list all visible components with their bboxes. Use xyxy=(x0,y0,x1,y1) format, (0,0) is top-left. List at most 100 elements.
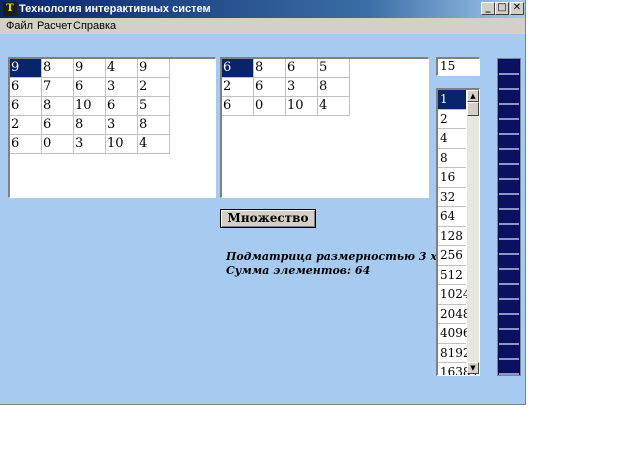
strip-cell xyxy=(499,120,519,135)
list-item[interactable]: 256 xyxy=(438,246,466,266)
grid-cell[interactable]: 3 xyxy=(105,77,138,97)
grid-cell[interactable]: 6 xyxy=(105,96,138,116)
strip-cell xyxy=(499,195,519,210)
grid-cell[interactable]: 4 xyxy=(137,134,170,154)
menu-help[interactable]: Справка xyxy=(73,20,116,32)
grid-cell[interactable]: 8 xyxy=(137,115,170,135)
grid-cell[interactable]: 5 xyxy=(317,59,350,78)
table-row: 9 8 9 4 9 xyxy=(10,59,170,78)
strip-cell xyxy=(499,210,519,225)
grid-cell[interactable]: 6 xyxy=(10,77,42,97)
list-item[interactable]: 2 xyxy=(438,110,466,129)
menu-file[interactable]: Файл xyxy=(6,20,33,32)
main-window: T Технология интерактивных систем _ □ ✕ … xyxy=(0,0,526,405)
grid-cell[interactable]: 6 xyxy=(285,59,318,78)
grid-cell[interactable]: 0 xyxy=(253,96,286,116)
grid-cell[interactable]: 8 xyxy=(317,77,350,97)
table-row: 6 7 6 3 2 xyxy=(10,77,170,97)
matrix-1-table: 9 8 9 4 9 6 7 6 3 2 6 8 10 6 5 2 6 8 3 8… xyxy=(10,59,170,154)
list-item[interactable]: 32 xyxy=(438,188,466,207)
color-strip xyxy=(497,58,521,376)
scroll-thumb[interactable] xyxy=(467,102,479,116)
list-item[interactable]: 16384 xyxy=(438,363,478,375)
grid-cell[interactable]: 7 xyxy=(41,77,74,97)
strip-cell xyxy=(499,90,519,105)
maximize-button[interactable]: □ xyxy=(495,2,509,15)
grid-cell[interactable]: 8 xyxy=(73,115,106,135)
grid-cell[interactable]: 2 xyxy=(222,77,254,97)
grid-cell[interactable]: 8 xyxy=(253,59,286,78)
grid-cell[interactable]: 8 xyxy=(41,96,74,116)
strip-cell xyxy=(499,180,519,195)
grid-cell[interactable]: 3 xyxy=(73,134,106,154)
strip-cell xyxy=(499,330,519,345)
grid-cell[interactable]: 0 xyxy=(41,134,74,154)
grid-cell[interactable]: 6 xyxy=(73,77,106,97)
list-item[interactable]: 64 xyxy=(438,207,466,227)
table-row: 6 0 3 10 4 xyxy=(10,134,170,154)
strip-cell xyxy=(499,240,519,255)
matrix-grid-1[interactable]: 9 8 9 4 9 6 7 6 3 2 6 8 10 6 5 2 6 8 3 8… xyxy=(8,57,216,198)
grid-cell[interactable]: 4 xyxy=(317,96,350,116)
list-item[interactable]: 1024 xyxy=(438,285,471,305)
powers-listbox[interactable]: 1 2 4 8 16 32 64 128 256 512 1024 2048 4… xyxy=(436,88,480,376)
strip-cell xyxy=(499,225,519,240)
grid-cell[interactable]: 10 xyxy=(285,96,318,116)
list-item[interactable]: 4 xyxy=(438,129,466,149)
grid-cell[interactable]: 10 xyxy=(105,134,138,154)
set-button[interactable]: Множество xyxy=(220,209,316,228)
strip-cell xyxy=(499,135,519,150)
strip-cell xyxy=(499,300,519,315)
scroll-down-icon[interactable]: ▼ xyxy=(467,362,479,374)
grid-cell[interactable]: 2 xyxy=(10,115,42,135)
strip-cell xyxy=(499,345,519,360)
grid-cell[interactable]: 10 xyxy=(73,96,106,116)
close-button[interactable]: ✕ xyxy=(510,2,524,15)
title-bar: T Технология интерактивных систем _ □ ✕ xyxy=(0,0,525,18)
strip-cell xyxy=(499,270,519,285)
grid-cell[interactable]: 4 xyxy=(105,59,138,78)
grid-cell[interactable]: 2 xyxy=(137,77,170,97)
grid-cell[interactable]: 9 xyxy=(73,59,106,78)
table-row: 6 8 6 5 xyxy=(222,59,350,78)
grid-cell[interactable]: 6 xyxy=(253,77,286,97)
list-item[interactable]: 128 xyxy=(438,227,466,246)
list-item[interactable]: 2048 xyxy=(438,305,471,324)
grid-cell[interactable]: 9 xyxy=(10,59,42,78)
grid-cell[interactable]: 3 xyxy=(285,77,318,97)
app-icon: T xyxy=(3,2,17,16)
grid-cell[interactable]: 5 xyxy=(137,96,170,116)
grid-cell[interactable]: 6 xyxy=(41,115,74,135)
matrix-grid-2[interactable]: 6 8 6 5 2 6 3 8 6 0 10 4 xyxy=(220,57,429,198)
grid-cell[interactable]: 6 xyxy=(222,59,254,78)
count-input[interactable]: 15 xyxy=(436,57,480,76)
table-row: 2 6 3 8 xyxy=(222,77,350,97)
window-title: Технология интерактивных систем xyxy=(19,3,211,15)
grid-cell[interactable]: 8 xyxy=(41,59,74,78)
minimize-button[interactable]: _ xyxy=(481,2,495,15)
strip-cell xyxy=(499,150,519,165)
list-item[interactable]: 4096 xyxy=(438,324,471,344)
list-item[interactable]: 1 xyxy=(438,90,466,110)
list-item[interactable]: 8 xyxy=(438,149,466,168)
scroll-up-icon[interactable]: ▲ xyxy=(467,90,479,102)
grid-cell[interactable]: 6 xyxy=(10,96,42,116)
grid-cell[interactable]: 9 xyxy=(137,59,170,78)
listbox-scrollbar[interactable]: ▲ ▼ xyxy=(467,90,479,374)
table-row: 6 0 10 4 xyxy=(222,96,350,116)
strip-cell xyxy=(499,105,519,120)
grid-cell[interactable]: 6 xyxy=(222,96,254,116)
strip-cell xyxy=(499,255,519,270)
menu-calculate[interactable]: Расчет xyxy=(37,20,72,32)
list-item[interactable]: 512 xyxy=(438,266,466,285)
result-sum-text: Сумма элементов: 64 xyxy=(226,264,371,277)
grid-cell[interactable]: 6 xyxy=(10,134,42,154)
grid-cell[interactable]: 3 xyxy=(105,115,138,135)
matrix-2-table: 6 8 6 5 2 6 3 8 6 0 10 4 xyxy=(222,59,350,116)
list-item[interactable]: 16 xyxy=(438,168,466,188)
list-item[interactable]: 8192 xyxy=(438,344,471,363)
strip-cell xyxy=(499,285,519,300)
strip-cell xyxy=(499,60,519,75)
result-dimension-text: Подматрица размерностью 3 x xyxy=(226,250,437,263)
strip-cell xyxy=(499,315,519,330)
